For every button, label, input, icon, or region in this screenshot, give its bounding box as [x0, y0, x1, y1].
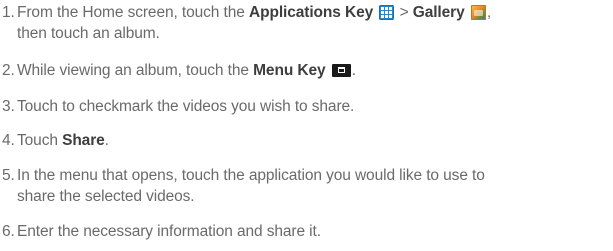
step-number: 5.	[2, 167, 15, 184]
step-text-part: .	[104, 132, 109, 149]
step-text-part: .	[351, 62, 356, 79]
gallery-label: Gallery	[412, 4, 465, 21]
step-text: While viewing an album, touch the Menu K…	[17, 60, 613, 81]
step-text-part: ,	[486, 4, 492, 21]
step-number: 3.	[2, 98, 15, 115]
step-number: 2.	[2, 62, 15, 79]
step-number: 6.	[2, 223, 15, 240]
step-text-line2: then touch an album.	[17, 25, 160, 42]
share-label: Share	[62, 132, 105, 149]
step-text-line2: share the selected videos.	[17, 188, 195, 205]
step-text: Touch Share.	[17, 130, 613, 151]
menu-key-label: Menu Key	[253, 62, 326, 79]
step-number: 4.	[2, 132, 15, 149]
step-text-part: In the menu that opens, touch the applic…	[17, 167, 485, 184]
step-text: From the Home screen, touch the Applicat…	[17, 2, 613, 44]
menu-key-icon	[331, 64, 351, 77]
gallery-icon	[470, 5, 486, 20]
step-text-part: From the Home screen, touch the	[17, 4, 249, 21]
step-text: In the menu that opens, touch the applic…	[17, 165, 613, 207]
step-text-part: Touch	[17, 132, 63, 149]
applications-key-icon	[379, 5, 395, 20]
step-text: Touch to checkmark the videos you wish t…	[17, 98, 355, 115]
applications-key-label: Applications Key	[249, 4, 374, 21]
step-number: 1.	[2, 4, 15, 21]
step-text-part: >	[395, 4, 413, 21]
step-text: Enter the necessary information and shar…	[17, 223, 321, 240]
step-text-part: While viewing an album, touch the	[17, 62, 254, 79]
